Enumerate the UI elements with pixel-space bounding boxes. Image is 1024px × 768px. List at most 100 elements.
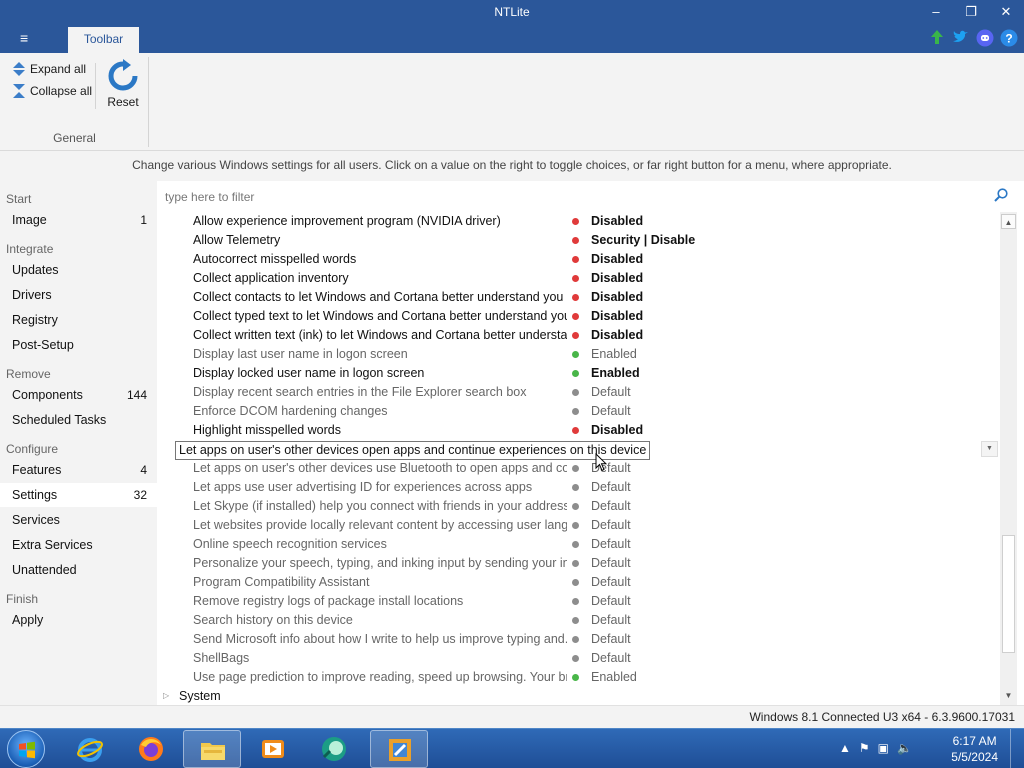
sidebar-item-extra-services[interactable]: Extra Services <box>0 533 157 557</box>
table-row[interactable]: Allow experience improvement program (NV… <box>157 212 1000 231</box>
setting-value[interactable]: Disabled <box>591 214 643 228</box>
network-icon[interactable]: ▣ <box>878 741 889 755</box>
setting-value[interactable]: Enabled <box>591 347 637 361</box>
status-dot-icon <box>572 294 579 301</box>
sidebar-item-drivers[interactable]: Drivers <box>0 283 157 307</box>
table-row[interactable]: Let apps use user advertising ID for exp… <box>157 478 1000 497</box>
taskbar-app-firefox[interactable] <box>122 730 180 768</box>
row-menu-button[interactable]: ▼ <box>981 441 998 457</box>
sidebar-item-unattended[interactable]: Unattended <box>0 558 157 582</box>
setting-value[interactable]: Enabled <box>591 366 640 380</box>
clock[interactable]: 6:17 AM 5/5/2024 <box>951 733 998 765</box>
setting-value[interactable]: Enabled <box>591 670 637 684</box>
setting-value[interactable]: Default <box>591 518 631 532</box>
expand-arrow-icon[interactable]: ▷ <box>163 691 169 700</box>
scroll-thumb[interactable] <box>1002 535 1015 653</box>
table-row[interactable]: Use page prediction to improve reading, … <box>157 668 1000 687</box>
table-row[interactable]: Search history on this device Default <box>157 611 1000 630</box>
menu-icon[interactable]: ≡ <box>20 30 28 46</box>
table-row[interactable]: Remove registry logs of package install … <box>157 592 1000 611</box>
setting-value[interactable]: Default <box>591 385 631 399</box>
status-dot-icon <box>572 579 579 586</box>
collapse-all-button[interactable]: Collapse all <box>12 84 92 98</box>
setting-value[interactable]: Disabled <box>591 328 643 342</box>
setting-value[interactable]: Default <box>591 651 631 665</box>
table-row[interactable]: Online speech recognition services Defaul… <box>157 535 1000 554</box>
scroll-up-button[interactable]: ▲ <box>1001 214 1016 229</box>
table-row[interactable]: Personalize your speech, typing, and ink… <box>157 554 1000 573</box>
taskbar-app-internet-explorer[interactable] <box>61 730 119 768</box>
discord-icon[interactable] <box>976 29 994 47</box>
sidebar-item-services[interactable]: Services <box>0 508 157 532</box>
table-row[interactable]: Enforce DCOM hardening changes Default <box>157 402 1000 421</box>
sidebar-item-updates[interactable]: Updates <box>0 258 157 282</box>
search-icon[interactable] <box>994 188 1008 202</box>
update-arrow-icon[interactable] <box>928 29 946 47</box>
tab-toolbar[interactable]: Toolbar <box>68 27 139 53</box>
sidebar-item-post-setup[interactable]: Post-Setup <box>0 333 157 357</box>
table-row[interactable]: Let Skype (if installed) help you connec… <box>157 497 1000 516</box>
svg-text:?: ? <box>1005 32 1012 46</box>
setting-value[interactable]: Default <box>591 632 631 646</box>
table-row[interactable]: Display locked user name in logon screen… <box>157 364 1000 383</box>
sidebar-item-components[interactable]: Components 144 <box>0 383 157 407</box>
table-row[interactable]: Collect contacts to let Windows and Cort… <box>157 288 1000 307</box>
show-hidden-icons-icon[interactable]: ▲ <box>839 741 851 755</box>
setting-value[interactable]: Default <box>591 480 631 494</box>
table-row[interactable]: Collect typed text to let Windows and Co… <box>157 307 1000 326</box>
setting-value[interactable]: Disabled <box>591 271 643 285</box>
setting-value[interactable]: Disabled <box>591 423 643 437</box>
setting-value[interactable]: Default <box>591 594 631 608</box>
expand-all-button[interactable]: Expand all <box>12 62 86 76</box>
taskbar-app-remote-desktop[interactable] <box>305 730 363 768</box>
table-row[interactable]: Send Microsoft info about how I write to… <box>157 630 1000 649</box>
table-row[interactable]: Let apps on user's other devices use Blu… <box>157 459 1000 478</box>
table-row[interactable]: Display last user name in logon screen En… <box>157 345 1000 364</box>
reset-button[interactable]: Reset <box>104 59 142 109</box>
minimize-button[interactable]: – <box>919 0 953 25</box>
setting-value[interactable]: Disabled <box>591 252 643 266</box>
setting-value[interactable]: Security | Disable <box>591 233 695 247</box>
action-center-flag-icon[interactable]: ⚑ <box>859 741 870 755</box>
taskbar-app-ntlite[interactable] <box>370 730 428 768</box>
table-row[interactable]: Highlight misspelled words Disabled <box>157 421 1000 440</box>
setting-value[interactable]: Default <box>591 537 631 551</box>
vertical-scrollbar[interactable]: ▲ ▼ <box>1000 212 1017 705</box>
sidebar-item-registry[interactable]: Registry <box>0 308 157 332</box>
sidebar-item-settings[interactable]: Settings 32 <box>0 483 157 507</box>
volume-icon[interactable]: 🔈 <box>897 741 912 755</box>
setting-value[interactable]: Default <box>591 499 631 513</box>
table-row[interactable]: Autocorrect misspelled words Disabled <box>157 250 1000 269</box>
table-row[interactable]: Display recent search entries in the Fil… <box>157 383 1000 402</box>
taskbar-app-file-explorer[interactable] <box>183 730 241 768</box>
scroll-down-button[interactable]: ▼ <box>1001 688 1016 703</box>
twitter-icon[interactable] <box>952 29 970 47</box>
sidebar-item-image[interactable]: Image 1 <box>0 208 157 232</box>
taskbar-app-media-player[interactable] <box>244 730 302 768</box>
table-row[interactable]: Collect application inventory Disabled <box>157 269 1000 288</box>
table-row[interactable]: Collect written text (ink) to let Window… <box>157 326 1000 345</box>
table-row[interactable]: Let websites provide locally relevant co… <box>157 516 1000 535</box>
filter-input[interactable] <box>165 187 985 207</box>
setting-value[interactable]: Disabled <box>591 290 643 304</box>
sidebar-item-apply[interactable]: Apply <box>0 608 157 632</box>
setting-value[interactable]: Default <box>591 556 631 570</box>
show-desktop-button[interactable] <box>1010 729 1024 768</box>
table-row[interactable]: ShellBags Default <box>157 649 1000 668</box>
sidebar-item-label: Post-Setup <box>12 338 74 352</box>
table-row[interactable]: Allow Telemetry Security | Disable <box>157 231 1000 250</box>
sidebar-item-features[interactable]: Features 4 <box>0 458 157 482</box>
close-button[interactable]: ✕ <box>989 0 1023 25</box>
setting-value[interactable]: Default <box>591 404 631 418</box>
setting-value[interactable]: Default <box>591 575 631 589</box>
sidebar-item-scheduled-tasks[interactable]: Scheduled Tasks <box>0 408 157 432</box>
setting-value[interactable]: Disabled <box>591 309 643 323</box>
help-icon[interactable]: ? <box>1000 29 1018 47</box>
start-button[interactable] <box>7 730 45 768</box>
table-row[interactable]: Program Compatibility Assistant Default <box>157 573 1000 592</box>
group-name: System <box>179 689 221 703</box>
group-row-system[interactable]: ▷ System <box>157 687 1000 705</box>
setting-value[interactable]: Default <box>591 613 631 627</box>
tooltip: Let apps on user's other devices open ap… <box>175 441 651 460</box>
restore-button[interactable]: ❐ <box>954 0 988 25</box>
